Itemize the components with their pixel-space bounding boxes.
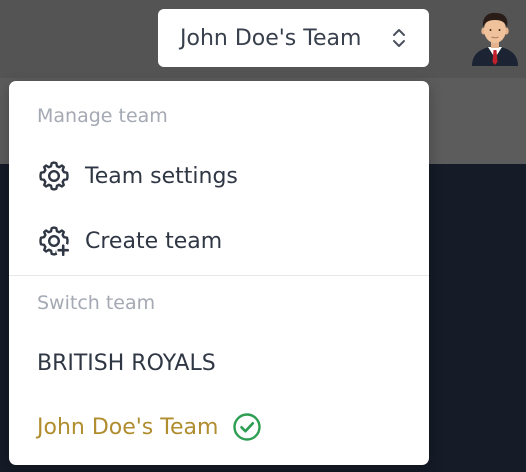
team-switcher-label: John Doe's Team <box>180 25 362 51</box>
gear-plus-icon <box>39 226 71 258</box>
create-team-menu-item[interactable]: Create team <box>9 213 429 269</box>
chevron-up-down-icon <box>393 29 405 47</box>
team-settings-menu-item[interactable]: Team settings <box>9 148 429 204</box>
team-item-label: John Doe's Team <box>37 414 219 440</box>
switch-team-section-label: Switch team <box>37 292 156 314</box>
section-divider <box>9 275 429 276</box>
team-item-british-royals[interactable]: BRITISH ROYALS <box>9 335 429 391</box>
team-item-label: BRITISH ROYALS <box>37 350 216 376</box>
team-settings-label: Team settings <box>85 163 238 189</box>
team-switcher-button[interactable]: John Doe's Team <box>158 9 429 67</box>
create-team-label: Create team <box>85 228 223 254</box>
team-dropdown-menu: Manage team Team settings Create team Sw… <box>9 81 429 465</box>
manage-team-section-label: Manage team <box>37 105 168 127</box>
user-avatar-icon <box>472 12 518 66</box>
user-avatar[interactable] <box>470 10 520 66</box>
team-item-john-does-team[interactable]: John Doe's Team <box>9 399 429 455</box>
gear-icon <box>39 161 69 191</box>
check-circle-icon <box>233 413 262 441</box>
